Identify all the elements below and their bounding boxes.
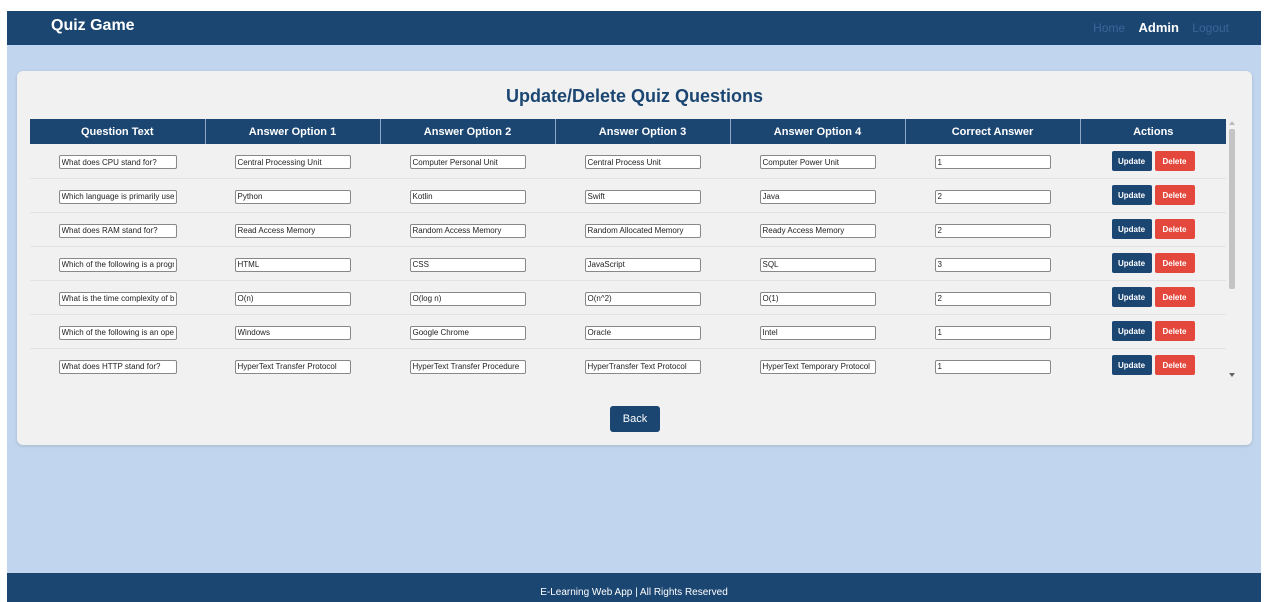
update-button[interactable]: Update [1111, 287, 1152, 308]
answer-option-4-input[interactable] [759, 359, 876, 374]
answer-option-2-input[interactable] [409, 325, 526, 340]
delete-button[interactable]: Delete [1154, 253, 1195, 274]
delete-button[interactable]: Delete [1154, 219, 1195, 240]
question-text-input[interactable] [58, 155, 177, 170]
table-row: UpdateDelete [30, 280, 1226, 315]
answer-option-1-input[interactable] [234, 189, 351, 204]
scroll-down-arrow-icon[interactable] [1229, 373, 1235, 377]
correct-answer-input[interactable] [934, 155, 1051, 170]
answer-option-2-input[interactable] [409, 359, 526, 374]
answer-option-2-input[interactable] [409, 189, 526, 204]
update-button[interactable]: Update [1111, 321, 1152, 342]
answer-option-1-input[interactable] [234, 325, 351, 340]
questions-table: Question Text Answer Option 1 Answer Opt… [30, 119, 1226, 381]
delete-button[interactable]: Delete [1154, 287, 1195, 308]
answer-option-2-input[interactable] [409, 257, 526, 272]
answer-option-4-input[interactable] [759, 291, 876, 306]
header-answer-option-3: Answer Option 3 [555, 119, 731, 144]
navbar: Quiz Game Home Admin Logout [7, 11, 1261, 45]
question-text-input[interactable] [58, 359, 177, 374]
questions-table-container: Question Text Answer Option 1 Answer Opt… [30, 119, 1238, 381]
update-button[interactable]: Update [1111, 253, 1152, 274]
nav-links: Home Admin Logout [1083, 20, 1229, 35]
answer-option-4-input[interactable] [759, 223, 876, 238]
delete-button[interactable]: Delete [1154, 355, 1195, 376]
update-button[interactable]: Update [1111, 219, 1152, 240]
answer-option-2-input[interactable] [409, 223, 526, 238]
header-answer-option-2: Answer Option 2 [380, 119, 556, 144]
question-text-input[interactable] [58, 257, 177, 272]
answer-option-1-input[interactable] [234, 155, 351, 170]
answer-option-2-input[interactable] [409, 155, 526, 170]
update-button[interactable]: Update [1111, 185, 1152, 206]
answer-option-2-input[interactable] [409, 291, 526, 306]
update-button[interactable]: Update [1111, 151, 1152, 171]
question-text-input[interactable] [58, 189, 177, 204]
answer-option-4-input[interactable] [759, 155, 876, 170]
correct-answer-input[interactable] [934, 359, 1051, 374]
answer-option-3-input[interactable] [584, 223, 701, 238]
header-answer-option-1: Answer Option 1 [205, 119, 381, 144]
table-row: UpdateDelete [30, 144, 1226, 179]
correct-answer-input[interactable] [934, 189, 1051, 204]
correct-answer-input[interactable] [934, 223, 1051, 238]
correct-answer-input[interactable] [934, 291, 1051, 306]
answer-option-3-input[interactable] [584, 359, 701, 374]
answer-option-1-input[interactable] [234, 223, 351, 238]
scroll-up-arrow-icon[interactable] [1229, 121, 1235, 125]
app-frame: Quiz Game Home Admin Logout Update/Delet… [7, 11, 1261, 602]
answer-option-4-input[interactable] [759, 325, 876, 340]
answer-option-1-input[interactable] [234, 359, 351, 374]
answer-option-3-input[interactable] [584, 291, 701, 306]
answer-option-3-input[interactable] [584, 189, 701, 204]
header-correct-answer: Correct Answer [905, 119, 1081, 144]
scroll-thumb[interactable] [1229, 129, 1235, 289]
table-row: UpdateDelete [30, 178, 1226, 213]
footer: E-Learning Web App | All Rights Reserved [7, 573, 1261, 602]
answer-option-3-input[interactable] [584, 155, 701, 170]
table-scrollbar[interactable] [1226, 119, 1238, 381]
delete-button[interactable]: Delete [1154, 321, 1195, 342]
question-text-input[interactable] [58, 223, 177, 238]
answer-option-4-input[interactable] [759, 257, 876, 272]
table-row: UpdateDelete [30, 348, 1226, 381]
answer-option-1-input[interactable] [234, 291, 351, 306]
brand-logo[interactable]: Quiz Game [51, 17, 135, 35]
table-header-row: Question Text Answer Option 1 Answer Opt… [30, 119, 1226, 144]
page-title: Update/Delete Quiz Questions [505, 86, 764, 106]
delete-button[interactable]: Delete [1154, 185, 1195, 206]
nav-logout-link[interactable]: Logout [1192, 21, 1229, 35]
questions-card: Update/Delete Quiz Questions Question Te… [17, 71, 1252, 445]
header-answer-option-4: Answer Option 4 [730, 119, 906, 144]
back-button[interactable]: Back [610, 406, 660, 432]
header-question-text: Question Text [30, 119, 206, 144]
answer-option-3-input[interactable] [584, 325, 701, 340]
correct-answer-input[interactable] [934, 325, 1051, 340]
question-text-input[interactable] [58, 325, 177, 340]
delete-button[interactable]: Delete [1154, 151, 1195, 171]
nav-home-link[interactable]: Home [1093, 21, 1125, 35]
question-text-input[interactable] [58, 291, 177, 306]
table-row: UpdateDelete [30, 246, 1226, 281]
update-button[interactable]: Update [1111, 355, 1152, 376]
table-row: UpdateDelete [30, 212, 1226, 247]
header-actions: Actions [1080, 119, 1226, 144]
answer-option-3-input[interactable] [584, 257, 701, 272]
nav-admin-link[interactable]: Admin [1139, 20, 1179, 35]
table-row: UpdateDelete [30, 314, 1226, 349]
correct-answer-input[interactable] [934, 257, 1051, 272]
answer-option-4-input[interactable] [759, 189, 876, 204]
answer-option-1-input[interactable] [234, 257, 351, 272]
